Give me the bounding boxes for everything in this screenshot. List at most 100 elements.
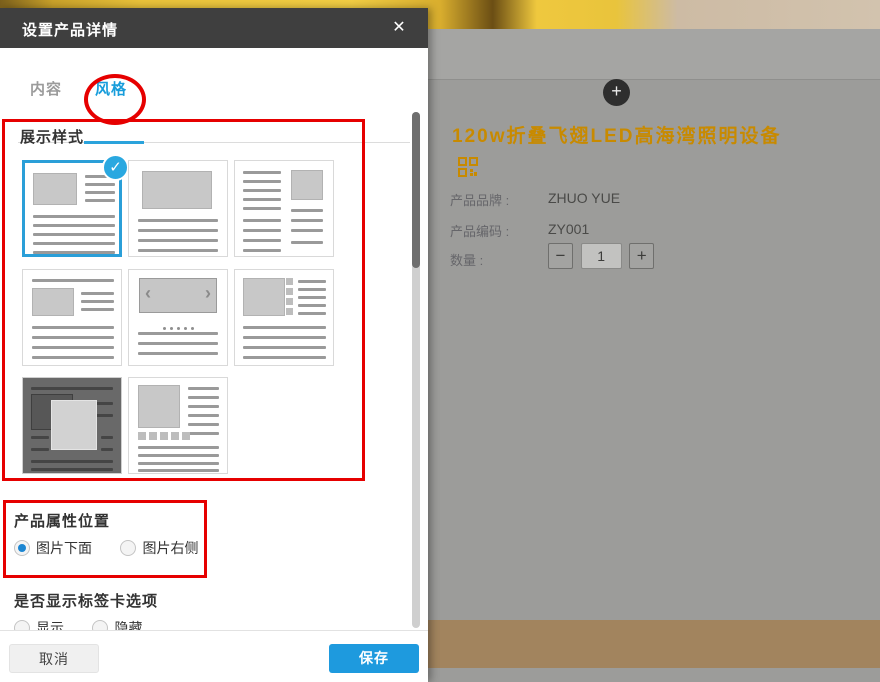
thumb-square	[286, 298, 293, 305]
line	[33, 242, 115, 245]
line	[243, 198, 281, 201]
line	[243, 189, 281, 192]
line	[291, 219, 323, 222]
radio-image-right[interactable]: 图片右侧	[120, 538, 198, 558]
style-option-6-image-thumbs-text-right[interactable]	[234, 269, 334, 366]
tab-card-options: 显示 隐藏	[14, 618, 166, 630]
line	[32, 279, 114, 282]
line	[243, 229, 281, 232]
radio-label: 图片右侧	[142, 540, 198, 556]
line	[243, 171, 281, 174]
quantity-plus-button[interactable]: +	[629, 243, 654, 269]
line	[85, 191, 115, 194]
line	[243, 326, 326, 329]
style-option-4-title-image-left[interactable]	[22, 269, 122, 366]
line	[188, 396, 219, 399]
add-block-button[interactable]: +	[603, 79, 630, 106]
style-option-3-text-left-image-right[interactable]	[234, 160, 334, 257]
line	[31, 468, 113, 471]
line	[298, 288, 326, 291]
tab-style[interactable]: 风格	[95, 78, 127, 99]
line	[31, 387, 113, 390]
line	[243, 249, 281, 252]
qrcode-icon	[458, 157, 479, 178]
line	[101, 448, 113, 451]
style-option-2-image-top[interactable]	[128, 160, 228, 257]
line	[31, 448, 49, 451]
radio-selected-icon	[14, 540, 30, 556]
line	[101, 436, 113, 439]
line	[81, 300, 114, 303]
attr-position-heading: 产品属性位置	[14, 510, 110, 531]
line	[138, 352, 218, 355]
line	[138, 332, 218, 335]
quantity-input[interactable]: 1	[581, 243, 622, 269]
line	[31, 436, 49, 439]
carousel-dots	[129, 320, 227, 338]
modal-tabs: 内容 风格	[0, 48, 428, 104]
tab-card-heading: 是否显示标签卡选项	[14, 590, 158, 611]
thumb-image	[291, 170, 323, 200]
product-detail-settings-modal: 设置产品详情 ✕ 内容 风格 展示样式	[0, 8, 428, 682]
thumb-square	[286, 288, 293, 295]
line	[33, 224, 115, 227]
line	[81, 292, 114, 295]
code-row: 产品编码 : ZY001	[450, 221, 850, 240]
tab-content[interactable]: 内容	[30, 78, 62, 99]
radio-show[interactable]: 显示	[14, 618, 64, 630]
quantity-row: 数量 : − 1 +	[450, 250, 850, 269]
line	[32, 326, 114, 329]
thumb-square	[149, 432, 157, 440]
modal-scrollbar[interactable]	[412, 112, 420, 628]
chevron-right-icon: ›	[205, 283, 211, 304]
line	[138, 469, 219, 472]
line	[32, 356, 114, 359]
line	[188, 414, 219, 417]
thumb-image	[138, 385, 180, 428]
chevron-left-icon: ‹	[145, 283, 151, 304]
attr-position-options: 图片下面 图片右侧	[14, 538, 222, 558]
thumb-image	[243, 278, 285, 316]
line	[291, 209, 323, 212]
style-option-7-dark-lightbox[interactable]	[22, 377, 122, 474]
quantity-stepper: − 1 +	[548, 243, 654, 269]
scrollbar-thumb[interactable]	[412, 112, 420, 268]
modal-title: 设置产品详情	[22, 19, 118, 40]
cancel-button[interactable]: 取消	[9, 644, 99, 673]
radio-image-below[interactable]: 图片下面	[14, 538, 92, 558]
carousel-image: ‹ ›	[139, 278, 217, 313]
style-option-5-carousel[interactable]: ‹ ›	[128, 269, 228, 366]
thumb-square	[171, 432, 179, 440]
modal-footer: 取消 保存	[0, 630, 428, 682]
line	[32, 346, 114, 349]
save-button[interactable]: 保存	[329, 644, 419, 673]
radio-label: 显示	[36, 620, 64, 630]
selected-check-icon: ✓	[102, 154, 129, 181]
thumb-square	[182, 432, 190, 440]
line	[243, 356, 326, 359]
line	[138, 219, 218, 222]
line	[243, 336, 326, 339]
thumb-square	[286, 308, 293, 315]
line	[138, 454, 219, 457]
close-icon[interactable]: ✕	[388, 17, 410, 39]
thumb-image	[32, 288, 74, 316]
page-top-bar	[428, 29, 880, 80]
brand-value: ZHUO YUE	[548, 190, 620, 206]
screen: + 120w折叠飞翅LED高海湾照明设备 产品品牌 : ZHUO YUE	[0, 0, 880, 682]
radio-unselected-icon	[120, 540, 136, 556]
line	[32, 336, 114, 339]
radio-label: 隐藏	[114, 620, 142, 630]
line	[33, 215, 115, 218]
style-option-1-image-left-text-right[interactable]: ✓	[22, 160, 122, 257]
radio-label: 图片下面	[36, 540, 92, 556]
style-option-8-gallery-left-text-right[interactable]	[128, 377, 228, 474]
line	[188, 405, 219, 408]
line	[291, 229, 323, 232]
line	[298, 280, 326, 283]
radio-hide[interactable]: 隐藏	[92, 618, 142, 630]
quantity-minus-button[interactable]: −	[548, 243, 573, 269]
code-label: 产品编码 :	[450, 224, 509, 239]
line	[298, 304, 326, 307]
line	[291, 241, 323, 244]
